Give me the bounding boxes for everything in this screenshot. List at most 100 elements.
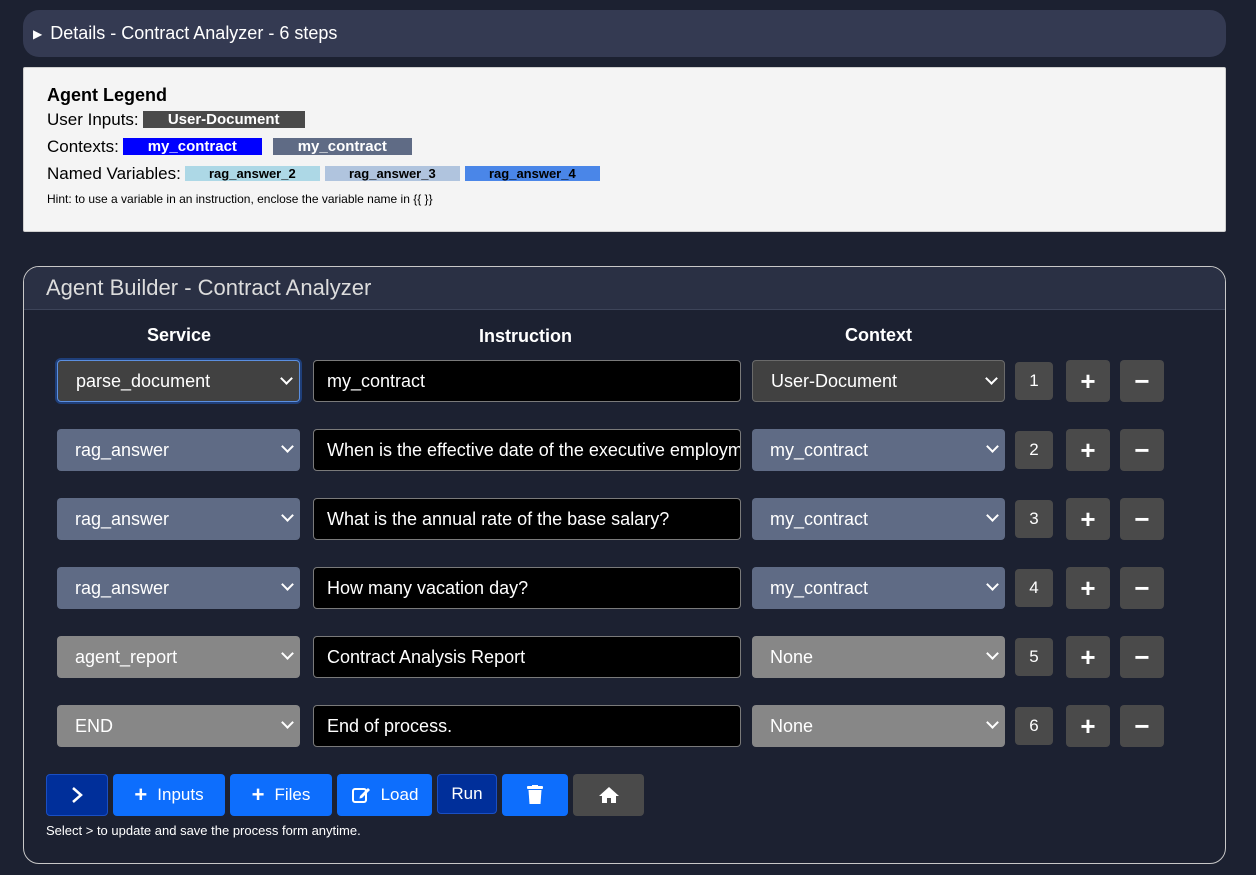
remove-step-button[interactable]: − [1120, 636, 1164, 678]
agent-builder-panel: Agent Builder - Contract Analyzer Servic… [23, 266, 1226, 864]
builder-title: Agent Builder - Contract Analyzer [24, 267, 1225, 310]
footer-hint: Select > to update and save the process … [46, 823, 361, 838]
instruction-input[interactable]: When is the effective date of the execut… [313, 429, 741, 471]
remove-step-button[interactable]: − [1120, 567, 1164, 609]
context-value: User-Document [771, 370, 898, 391]
chevron-down-icon [986, 647, 999, 660]
context-select[interactable]: my_contract [752, 498, 1005, 540]
step-row: parse_document my_contract User-Document… [24, 360, 1225, 404]
chevron-down-icon [281, 716, 294, 729]
load-button[interactable]: Load [337, 774, 432, 816]
chevron-down-icon [986, 440, 999, 453]
context-chip: my_contract [272, 138, 412, 155]
step-number: 1 [1015, 362, 1053, 400]
context-value: my_contract [770, 508, 869, 529]
step-number: 6 [1015, 707, 1053, 745]
step-row: rag_answer When is the effective date of… [24, 429, 1225, 473]
chevron-down-icon [280, 372, 293, 385]
plus-icon: + [251, 782, 265, 807]
service-select[interactable]: agent_report [57, 636, 300, 678]
edit-icon [351, 788, 370, 803]
service-select[interactable]: parse_document [57, 360, 300, 402]
variable-chip: rag_answer_3 [324, 166, 460, 181]
legend-user-inputs: User Inputs: User-Document [47, 106, 1225, 133]
add-step-button[interactable]: + [1066, 498, 1110, 540]
context-select[interactable]: my_contract [752, 567, 1005, 609]
remove-step-button[interactable]: − [1120, 498, 1164, 540]
step-number: 5 [1015, 638, 1053, 676]
service-value: END [75, 715, 114, 736]
service-select[interactable]: rag_answer [57, 498, 300, 540]
chevron-down-icon [985, 372, 998, 385]
instruction-input[interactable]: How many vacation day? [313, 567, 741, 609]
chevron-down-icon [986, 716, 999, 729]
user-inputs-label: User Inputs: [47, 109, 139, 129]
details-toggle[interactable]: ▶ Details - Contract Analyzer - 6 steps [23, 10, 1226, 57]
remove-step-button[interactable]: − [1120, 429, 1164, 471]
add-files-button[interactable]: + Files [230, 774, 332, 816]
chevron-down-icon [281, 578, 294, 591]
chevron-down-icon [986, 578, 999, 591]
add-step-button[interactable]: + [1066, 705, 1110, 747]
home-icon [598, 787, 619, 803]
add-step-button[interactable]: + [1066, 429, 1110, 471]
variable-chip: rag_answer_2 [184, 166, 320, 181]
service-value: parse_document [76, 370, 211, 391]
step-number: 3 [1015, 500, 1053, 538]
chevron-down-icon [281, 647, 294, 660]
chevron-down-icon [281, 509, 294, 522]
step-number: 4 [1015, 569, 1053, 607]
instruction-input[interactable]: Contract Analysis Report [313, 636, 741, 678]
add-step-button[interactable]: + [1066, 567, 1110, 609]
instruction-input[interactable]: End of process. [313, 705, 741, 747]
agent-legend: Agent Legend User Inputs: User-Document … [23, 67, 1226, 232]
service-value: rag_answer [75, 508, 170, 529]
context-select[interactable]: None [752, 705, 1005, 747]
trash-icon [527, 785, 543, 804]
expand-triangle-icon: ▶ [33, 26, 43, 41]
remove-step-button[interactable]: − [1120, 705, 1164, 747]
context-select[interactable]: None [752, 636, 1005, 678]
named-variables-label: Named Variables: [47, 163, 181, 183]
remove-step-button[interactable]: − [1120, 360, 1164, 402]
add-inputs-button[interactable]: + Inputs [113, 774, 225, 816]
run-label: Run [451, 784, 483, 803]
instruction-input[interactable]: What is the annual rate of the base sala… [313, 498, 741, 540]
context-select[interactable]: my_contract [752, 429, 1005, 471]
service-column-header: Service [147, 325, 212, 345]
service-value: rag_answer [75, 577, 170, 598]
chevron-down-icon [986, 509, 999, 522]
step-number: 2 [1015, 431, 1053, 469]
context-value: my_contract [770, 577, 869, 598]
delete-button[interactable] [502, 774, 568, 816]
plus-icon: + [134, 782, 148, 807]
legend-contexts: Contexts: my_contract my_contract [47, 133, 1225, 160]
user-input-chip: User-Document [142, 111, 305, 128]
chevron-down-icon [281, 440, 294, 453]
inputs-label: Inputs [157, 785, 204, 804]
legend-hint: Hint: to use a variable in an instructio… [47, 192, 433, 206]
context-chip: my_contract [122, 138, 262, 155]
legend-title: Agent Legend [47, 85, 167, 105]
service-select[interactable]: END [57, 705, 300, 747]
add-step-button[interactable]: + [1066, 360, 1110, 402]
chevron-right-icon [72, 787, 83, 803]
run-button[interactable]: Run [437, 774, 497, 814]
home-button[interactable] [573, 774, 644, 816]
load-label: Load [380, 785, 419, 804]
service-value: agent_report [75, 646, 178, 667]
instruction-column-header: Instruction [479, 326, 572, 346]
context-value: None [770, 646, 814, 667]
step-row: rag_answer How many vacation day? my_con… [24, 567, 1225, 611]
service-select[interactable]: rag_answer [57, 429, 300, 471]
add-step-button[interactable]: + [1066, 636, 1110, 678]
legend-named-variables: Named Variables: rag_answer_2 rag_answer… [47, 160, 1225, 187]
step-row: agent_report Contract Analysis Report No… [24, 636, 1225, 680]
step-row: END End of process. None 6 + − [24, 705, 1225, 749]
next-button[interactable] [46, 774, 108, 816]
files-label: Files [274, 785, 311, 804]
context-select[interactable]: User-Document [752, 360, 1005, 402]
instruction-input[interactable]: my_contract [313, 360, 741, 402]
context-value: None [770, 715, 814, 736]
service-select[interactable]: rag_answer [57, 567, 300, 609]
